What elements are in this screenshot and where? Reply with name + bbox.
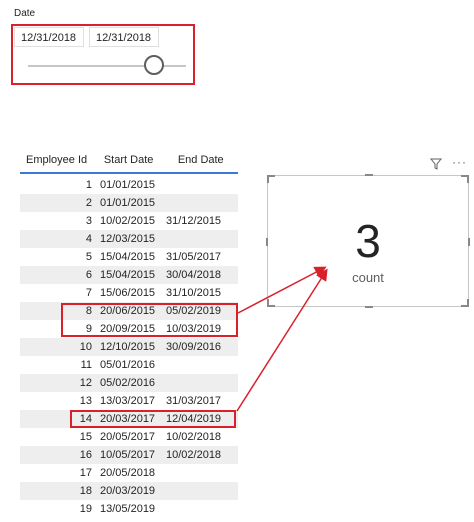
arrow-rows-to-card <box>237 266 327 314</box>
arrow-row14-to-card <box>236 268 328 412</box>
annotation-arrows <box>236 266 328 412</box>
